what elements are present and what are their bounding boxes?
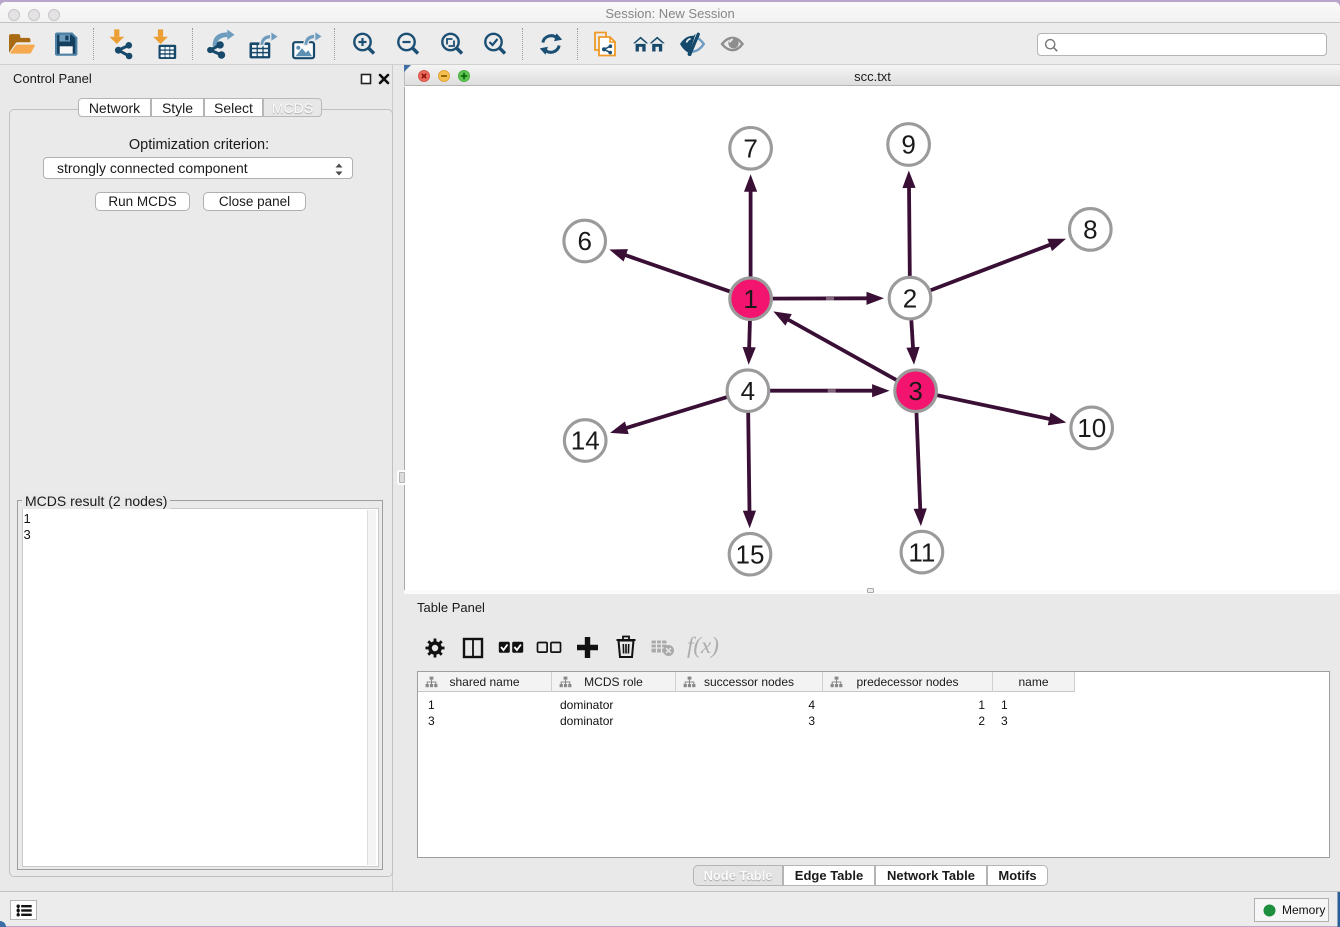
svg-text:7: 7	[743, 134, 757, 164]
svg-text:14: 14	[571, 426, 600, 456]
svg-text:1: 1	[743, 284, 757, 314]
svg-text:15: 15	[736, 539, 765, 569]
svg-text:9: 9	[901, 130, 915, 160]
svg-text:2: 2	[903, 283, 917, 313]
svg-text:4: 4	[741, 376, 755, 406]
svg-text:3: 3	[908, 376, 922, 406]
svg-text:8: 8	[1083, 215, 1097, 245]
svg-text:11: 11	[908, 537, 935, 567]
svg-text:10: 10	[1077, 413, 1106, 443]
svg-text:6: 6	[577, 226, 591, 256]
